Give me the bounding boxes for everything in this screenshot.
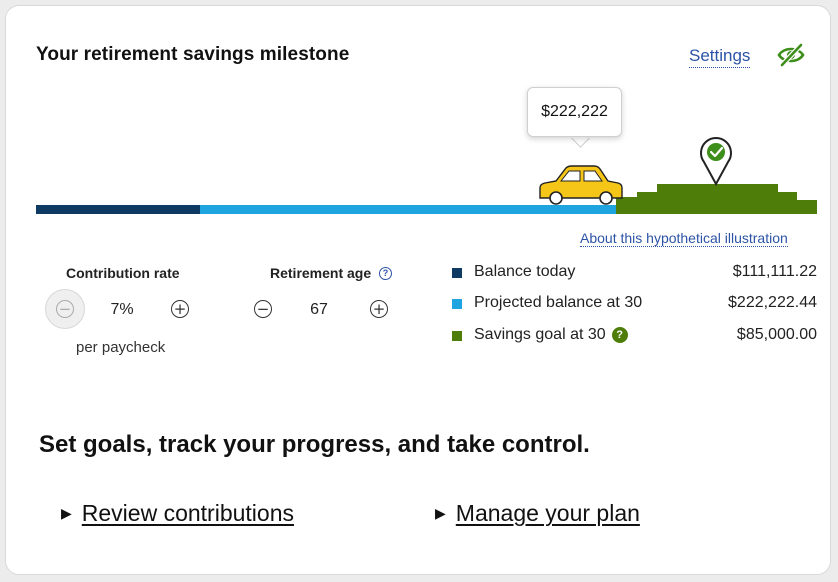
- help-icon[interactable]: ?: [611, 327, 628, 343]
- projected-value-tooltip: $222,222: [527, 87, 622, 137]
- projected-balance-swatch: [452, 299, 462, 309]
- map-pin-check-icon: [700, 137, 732, 187]
- card-title: Your retirement savings milestone: [36, 44, 350, 65]
- about-illustration-link[interactable]: About this hypothetical illustration: [580, 230, 788, 247]
- eye-slash-icon[interactable]: [776, 42, 806, 68]
- per-paycheck-label: per paycheck: [76, 339, 166, 356]
- legend-balance-today: Balance today $111,111.22: [452, 263, 817, 283]
- decrease-retirement-age-button[interactable]: −: [254, 300, 272, 318]
- settings-link[interactable]: Settings: [689, 46, 751, 68]
- legend-label: Projected balance at 30: [474, 294, 643, 311]
- balance-today-swatch: [452, 268, 462, 278]
- projected-balance-bar: [200, 205, 620, 214]
- manage-plan-link[interactable]: ▶ Manage your plan: [435, 500, 640, 527]
- contribution-rate-label: Contribution rate: [66, 265, 180, 281]
- increase-contribution-button[interactable]: +: [171, 300, 189, 318]
- legend-label: Savings goal at 30: [474, 326, 606, 343]
- retirement-age-value: 67: [310, 301, 328, 318]
- legend-amount: $85,000.00: [736, 326, 817, 343]
- car-icon: [539, 165, 623, 205]
- caret-right-icon: ▶: [435, 505, 446, 521]
- contribution-rate-value: 7%: [110, 301, 134, 318]
- progress-track: [36, 137, 817, 214]
- decrease-contribution-button[interactable]: −: [45, 289, 85, 329]
- minus-icon: −: [56, 300, 74, 318]
- retirement-age-label: Retirement age: [270, 265, 372, 281]
- review-contributions-link[interactable]: ▶ Review contributions: [61, 500, 294, 527]
- legend-label: Balance today: [474, 263, 576, 280]
- legend-amount: $111,111.22: [732, 263, 817, 280]
- retirement-milestone-card: Your retirement savings milestone Settin…: [5, 5, 831, 575]
- tagline: Set goals, track your progress, and take…: [39, 431, 590, 458]
- milestone-illustration: $222,222: [34, 84, 818, 214]
- legend-amount: $222,222.44: [728, 294, 817, 311]
- goal-bar: [616, 205, 817, 214]
- savings-goal-swatch: [452, 331, 462, 341]
- question-circle-icon[interactable]: ?: [379, 267, 392, 280]
- balance-today-bar: [36, 205, 200, 214]
- increase-retirement-age-button[interactable]: +: [370, 300, 388, 318]
- legend-projected-balance: Projected balance at 30 $222,222.44: [452, 294, 817, 314]
- caret-right-icon: ▶: [61, 505, 72, 521]
- legend-savings-goal: Savings goal at 30? $85,000.00: [452, 326, 817, 346]
